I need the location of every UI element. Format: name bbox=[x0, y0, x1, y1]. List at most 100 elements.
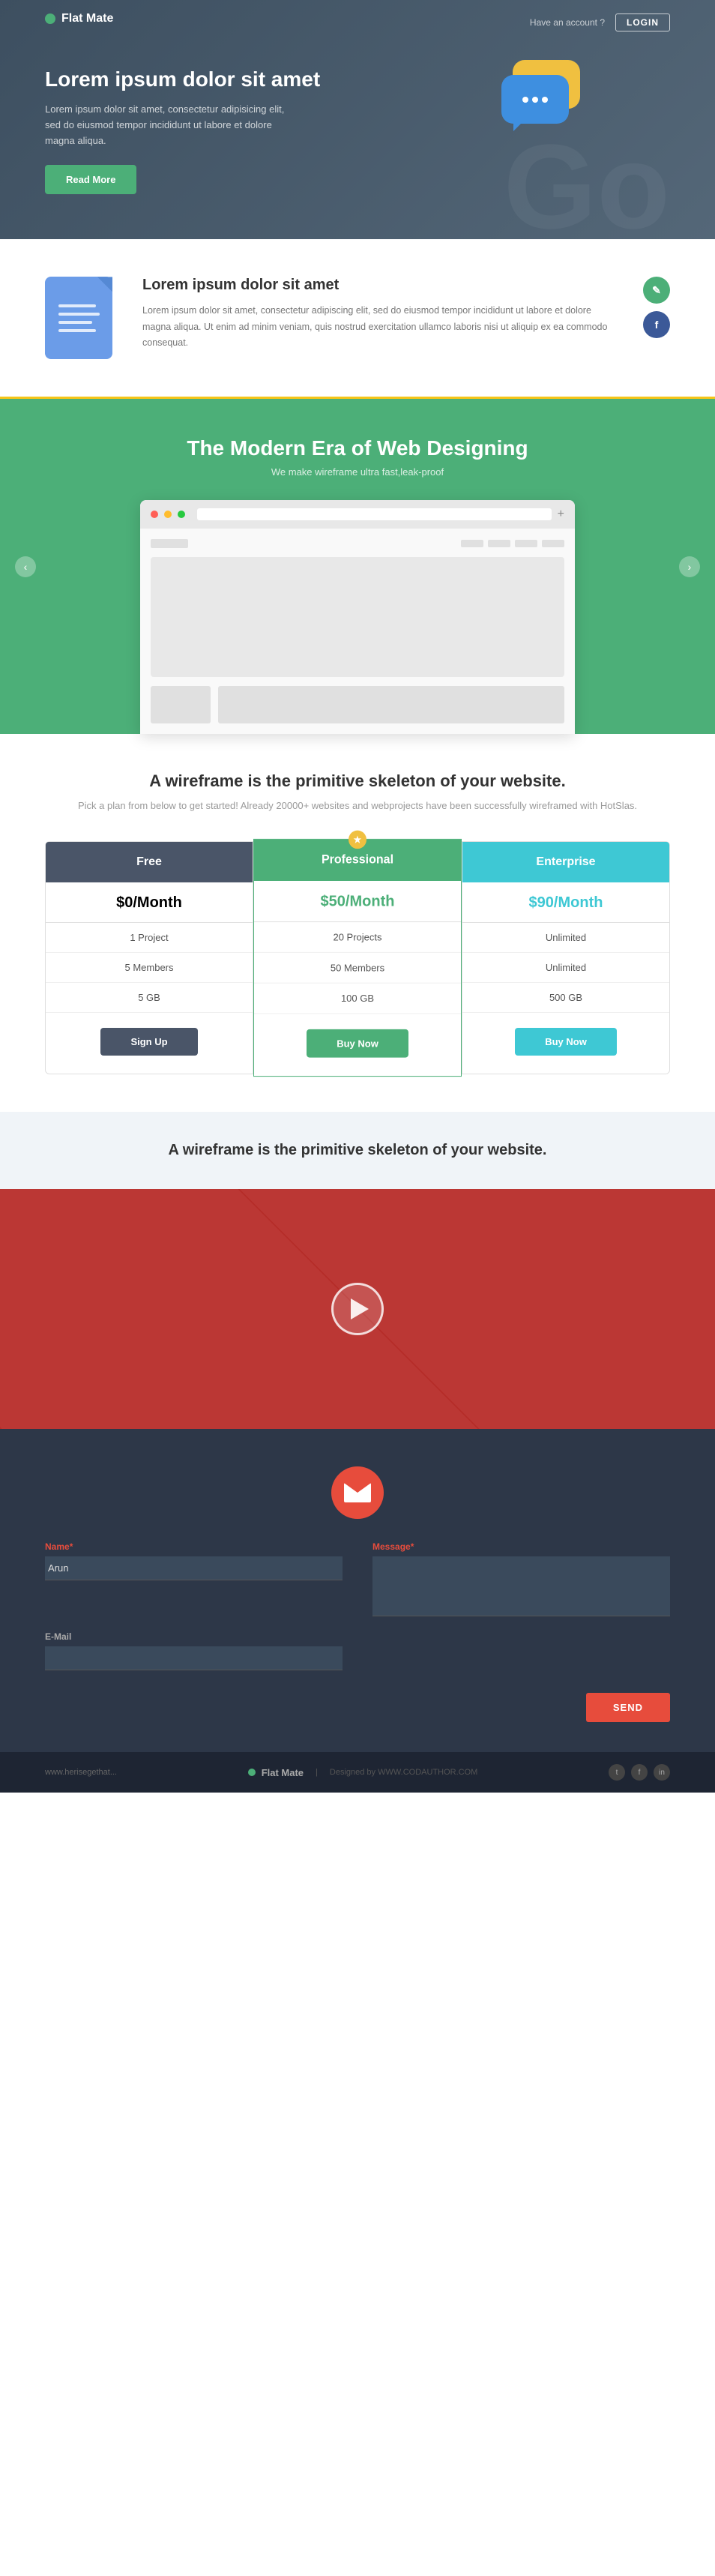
footer-center: Flat Mate | Designed by WWW.CODAUTHOR.CO… bbox=[248, 1767, 478, 1778]
pricing-price-free: $0/Month bbox=[46, 882, 253, 923]
footer-social: t f in bbox=[609, 1764, 670, 1781]
feature-fb-button[interactable]: f bbox=[643, 311, 670, 338]
login-button[interactable]: LOGIN bbox=[615, 13, 670, 31]
footer-right-text: Designed by WWW.CODAUTHOR.COM bbox=[330, 1768, 477, 1777]
contact-form: Name* Message* E-Mail SEND bbox=[45, 1541, 670, 1722]
mock-content-area bbox=[151, 557, 564, 677]
wireframe-section: ‹ The Modern Era of Web Designing We mak… bbox=[0, 399, 715, 734]
browser-plus-icon[interactable]: + bbox=[558, 508, 564, 521]
pricing-section: A wireframe is the primitive skeleton of… bbox=[0, 734, 715, 1112]
mock-nav-item-1 bbox=[461, 540, 483, 547]
feature-title: Lorem ipsum dolor sit amet bbox=[142, 277, 613, 294]
form-group-email: E-Mail bbox=[45, 1631, 343, 1670]
chat-bubble-blue bbox=[501, 75, 569, 124]
pricing-header-enterprise: Enterprise bbox=[462, 842, 669, 882]
play-icon bbox=[351, 1298, 369, 1319]
pricing-btn-free[interactable]: Sign Up bbox=[100, 1028, 197, 1056]
browser-dot-red bbox=[151, 511, 158, 518]
pricing-cards: Free $0/Month 1 Project 5 Members 5 GB S… bbox=[45, 841, 670, 1074]
feature-edit-button[interactable]: ✎ bbox=[643, 277, 670, 304]
send-row: SEND bbox=[45, 1693, 670, 1722]
feature-line-1 bbox=[58, 304, 96, 307]
featured-badge: ★ bbox=[349, 831, 366, 849]
pricing-btn-enterprise[interactable]: Buy Now bbox=[515, 1028, 617, 1056]
footer-logo-text: Flat Mate bbox=[262, 1767, 304, 1778]
feature-section: Lorem ipsum dolor sit amet Lorem ipsum d… bbox=[0, 239, 715, 399]
social-linkedin-icon[interactable]: in bbox=[654, 1764, 670, 1781]
play-button[interactable] bbox=[331, 1283, 384, 1335]
form-group-name: Name* bbox=[45, 1541, 343, 1616]
pricing-card-enterprise: Enterprise $90/Month Unlimited Unlimited… bbox=[462, 841, 670, 1074]
testimonial-text: A wireframe is the primitive skeleton of… bbox=[45, 1142, 670, 1159]
mail-envelope-icon bbox=[344, 1483, 371, 1502]
browser-nav-mock bbox=[151, 539, 564, 548]
browser-mockup: + bbox=[140, 500, 575, 734]
email-input[interactable] bbox=[45, 1646, 343, 1670]
wireframe-subtitle: We make wireframe ultra fast,leak-proof bbox=[45, 466, 670, 478]
contact-section: Name* Message* E-Mail SEND bbox=[0, 1429, 715, 1752]
feature-icon bbox=[45, 277, 112, 359]
mail-circle bbox=[331, 1466, 384, 1519]
email-label: E-Mail bbox=[45, 1631, 343, 1642]
name-label: Name* bbox=[45, 1541, 343, 1552]
pricing-header-free: Free bbox=[46, 842, 253, 882]
footer-divider: | bbox=[316, 1768, 318, 1777]
mock-sidebar bbox=[151, 686, 211, 723]
pricing-row-pro-2: 50 Members bbox=[254, 953, 461, 984]
pricing-row-ent-2: Unlimited bbox=[462, 953, 669, 983]
mock-main-content bbox=[218, 686, 564, 723]
message-required: * bbox=[411, 1541, 414, 1552]
browser-dot-yellow bbox=[164, 511, 172, 518]
message-label: Message* bbox=[372, 1541, 670, 1552]
hero-bg-text: Go bbox=[504, 127, 670, 239]
logo-text: Flat Mate bbox=[61, 12, 113, 25]
send-button[interactable]: SEND bbox=[586, 1693, 670, 1722]
wireframe-prev-button[interactable]: ‹ bbox=[15, 556, 36, 577]
pricing-row-free-2: 5 Members bbox=[46, 953, 253, 983]
pricing-subtitle: Pick a plan from below to get started! A… bbox=[45, 798, 670, 814]
footer-left-text: www.herisegethat... bbox=[45, 1768, 117, 1777]
pricing-row-free-3: 5 GB bbox=[46, 983, 253, 1013]
browser-address-bar[interactable] bbox=[197, 508, 552, 520]
feature-icon-lines bbox=[58, 304, 100, 332]
pricing-row-ent-1: Unlimited bbox=[462, 923, 669, 953]
feature-icon-fold bbox=[97, 277, 112, 292]
mock-nav-item-2 bbox=[488, 540, 510, 547]
pricing-row-free-1: 1 Project bbox=[46, 923, 253, 953]
browser-dot-green bbox=[178, 511, 185, 518]
feature-line-2 bbox=[58, 313, 100, 316]
logo-dot bbox=[45, 13, 55, 24]
hero-description: Lorem ipsum dolor sit amet, consectetur … bbox=[45, 102, 285, 148]
pricing-card-professional: ★ Professional $50/Month 20 Projects 50 … bbox=[253, 839, 462, 1077]
feature-actions: ✎ f bbox=[643, 277, 670, 338]
feature-line-3 bbox=[58, 321, 92, 324]
mock-logo bbox=[151, 539, 188, 548]
hero-chat-icon bbox=[498, 60, 595, 127]
form-group-message: Message* bbox=[372, 1541, 670, 1616]
browser-body bbox=[140, 529, 575, 734]
wireframe-next-button[interactable]: › bbox=[679, 556, 700, 577]
pricing-title: A wireframe is the primitive skeleton of… bbox=[45, 771, 670, 791]
mock-nav-item-4 bbox=[542, 540, 564, 547]
pricing-btn-professional[interactable]: Buy Now bbox=[307, 1029, 408, 1058]
pricing-row-pro-1: 20 Projects bbox=[254, 922, 461, 953]
feature-text: Lorem ipsum dolor sit amet Lorem ipsum d… bbox=[142, 277, 613, 351]
video-section bbox=[0, 1189, 715, 1429]
footer-logo-dot bbox=[248, 1769, 256, 1776]
testimonial-section: A wireframe is the primitive skeleton of… bbox=[0, 1112, 715, 1189]
pricing-row-ent-3: 500 GB bbox=[462, 983, 669, 1013]
name-input[interactable] bbox=[45, 1556, 343, 1580]
footer: www.herisegethat... Flat Mate | Designed… bbox=[0, 1752, 715, 1793]
wireframe-title: The Modern Era of Web Designing bbox=[45, 436, 670, 460]
hero-section: Flat Mate Have an account ? LOGIN Lorem … bbox=[0, 0, 715, 239]
feature-line-4 bbox=[58, 329, 96, 332]
feature-description: Lorem ipsum dolor sit amet, consectetur … bbox=[142, 303, 613, 351]
contact-mail-icon bbox=[45, 1466, 670, 1519]
pricing-price-professional: $50/Month bbox=[254, 881, 461, 922]
social-facebook-icon[interactable]: f bbox=[631, 1764, 648, 1781]
browser-bar: + bbox=[140, 500, 575, 529]
name-required: * bbox=[70, 1541, 73, 1552]
social-twitter-icon[interactable]: t bbox=[609, 1764, 625, 1781]
message-input[interactable] bbox=[372, 1556, 670, 1616]
hero-cta-button[interactable]: Read More bbox=[45, 165, 136, 194]
